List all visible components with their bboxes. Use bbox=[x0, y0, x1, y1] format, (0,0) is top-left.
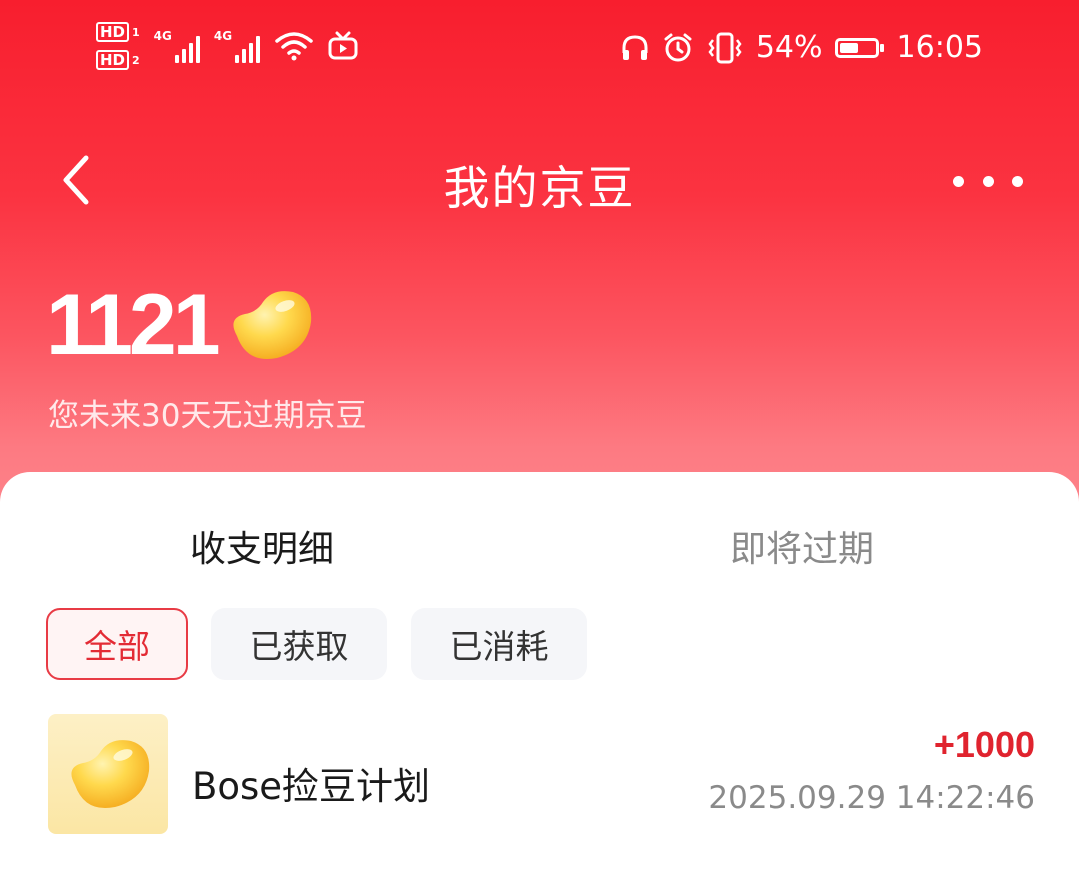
vibrate-icon bbox=[706, 31, 744, 65]
sim-indicators: HD 1 HD 2 bbox=[96, 22, 140, 70]
status-left: HD 1 HD 2 4G 4G bbox=[96, 22, 358, 70]
more-dot-icon bbox=[982, 175, 994, 187]
headphones-icon bbox=[620, 33, 650, 63]
clock: 16:05 bbox=[896, 30, 983, 65]
page-title: 我的京豆 bbox=[443, 161, 636, 215]
signal-1-icon: 4G bbox=[154, 29, 200, 63]
status-bar: HD 1 HD 2 4G 4G 54% 16:05 bbox=[0, 0, 1079, 110]
network-label-2: 4G bbox=[213, 29, 233, 43]
bean-thumbnail-icon bbox=[48, 714, 168, 834]
filter-spent[interactable]: 已消耗 bbox=[411, 608, 587, 680]
sim-number-1: 1 bbox=[132, 25, 140, 39]
filter-all[interactable]: 全部 bbox=[46, 608, 188, 680]
hd-badge-2: HD bbox=[96, 50, 130, 70]
bean-icon bbox=[227, 288, 313, 366]
record-amount: +1000 bbox=[933, 724, 1035, 765]
battery-fill bbox=[839, 42, 858, 53]
sim-number-2: 2 bbox=[132, 53, 140, 67]
more-button[interactable] bbox=[953, 166, 1023, 196]
wifi-icon bbox=[274, 30, 314, 62]
status-right: 54% 16:05 bbox=[620, 30, 983, 65]
filter-earned[interactable]: 已获取 bbox=[211, 608, 387, 680]
record-title: Bose捡豆计划 bbox=[192, 765, 431, 808]
list-item[interactable]: Bose捡豆计划 +1000 2025.09.29 14:22:46 bbox=[0, 714, 1079, 838]
tv-icon bbox=[328, 31, 358, 61]
more-dot-icon bbox=[1012, 175, 1023, 187]
expiry-note: 您未来30天无过期京豆 bbox=[48, 398, 367, 434]
tab-expiring-soon[interactable]: 即将过期 bbox=[730, 520, 874, 572]
battery-icon bbox=[834, 37, 884, 58]
bean-balance: 1121 bbox=[46, 277, 221, 373]
tab-income-expense[interactable]: 收支明细 bbox=[190, 520, 334, 572]
more-dot-icon bbox=[953, 175, 964, 187]
nav-bar: 我的京豆 bbox=[0, 130, 1079, 230]
detail-card: 收支明细 即将过期 全部 已获取 已消耗 Bose捡豆计划 +1000 2025… bbox=[0, 472, 1079, 892]
signal-2-icon: 4G bbox=[213, 29, 261, 63]
balance-display: 1121 bbox=[46, 282, 313, 368]
hd-badge-1: HD bbox=[96, 22, 130, 42]
alarm-icon bbox=[662, 32, 694, 64]
network-label-1: 4G bbox=[153, 29, 172, 43]
battery-percent: 54% bbox=[755, 30, 823, 65]
record-timestamp: 2025.09.29 14:22:46 bbox=[708, 780, 1035, 816]
